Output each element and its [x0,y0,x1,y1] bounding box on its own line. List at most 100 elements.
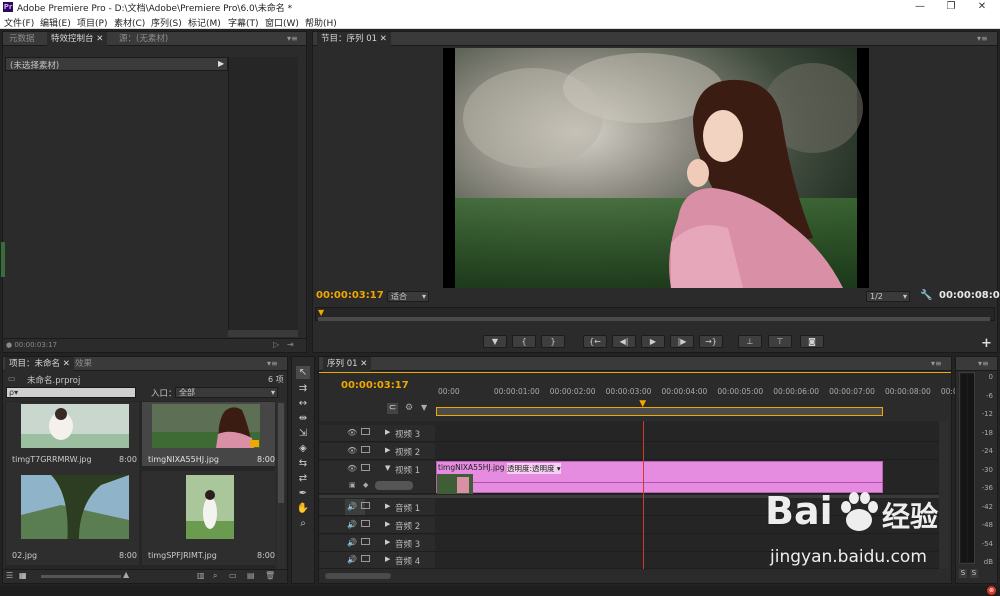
solo-right-button[interactable]: S [970,569,978,578]
fit-select[interactable]: 适合 ▾ [387,291,429,302]
track-lane[interactable] [436,425,939,442]
menu-title[interactable]: 字幕(T) [228,16,259,29]
zoom-slider[interactable] [41,575,121,578]
panel-edge-handle[interactable] [1,242,5,277]
panel-menu-icon[interactable]: ▾≡ [978,359,989,368]
expand-arrow-icon[interactable]: ▶ [218,59,224,68]
eye-icon[interactable]: 👁 [347,464,357,473]
timeline-clip[interactable]: timgNIXA55HJ.jpg 透明度:透明度 ▾ [436,461,883,494]
pen-tool-icon[interactable]: ✒ [296,487,310,500]
track-header-video1[interactable]: 👁 ▼ 视频 1 ▣ ◆ [319,461,435,494]
step-back-button[interactable]: ◀| [612,335,636,348]
project-item-selected[interactable]: timgNIXA55HJ.jpg 8:00 [142,402,275,466]
track-lane[interactable]: timgNIXA55HJ.jpg 透明度:透明度 ▾ [436,461,939,494]
restore-button[interactable]: ❐ [936,0,966,14]
playhead-line[interactable] [643,421,645,569]
mark-in-button[interactable]: { [512,335,536,348]
playhead-icon[interactable]: ▼ [318,308,324,317]
new-bin-icon[interactable]: ▭ [229,571,237,580]
trash-icon[interactable]: 🗑 [265,571,275,580]
expand-arrow-icon[interactable]: ▶ [385,538,390,546]
tab-close-icon[interactable]: ✕ [360,359,367,369]
track-lane[interactable] [436,443,939,460]
snap-icon[interactable]: ⊂ [387,403,398,414]
timeline-vertical-scrollbar[interactable] [939,421,949,569]
keyframe-nav[interactable] [375,481,413,490]
expand-arrow-icon[interactable]: ▶ [385,446,390,454]
new-item-icon[interactable]: ▤ [247,571,255,580]
menu-edit[interactable]: 编辑(E) [40,16,71,29]
speaker-icon[interactable]: 🔊 [347,520,357,529]
track-header-audio3[interactable]: 🔊 ▶ 音频 3 [319,535,435,552]
work-area-bar[interactable] [436,407,883,416]
tab-source[interactable]: 源：(无素材) [115,32,172,46]
tab-effect-controls[interactable]: 特效控制台 ✕ [47,32,108,46]
expand-arrow-icon[interactable]: ▶ [385,555,390,563]
timeline-timecode[interactable]: 00:00:03:17 [341,380,409,391]
opacity-line[interactable] [473,482,883,483]
add-marker-button[interactable]: ▼ [483,335,507,348]
lock-icon[interactable] [361,502,370,509]
search-input[interactable]: ρ▾ [6,387,136,398]
play-button[interactable]: ▶ [641,335,665,348]
in-select[interactable]: 全部 ▾ [175,387,278,398]
menu-clip[interactable]: 素材(C) [114,16,145,29]
zoom-tool-icon[interactable]: ⌕ [296,517,310,530]
go-to-out-button[interactable]: →} [699,335,723,348]
automate-sequence-icon[interactable]: ▥ [197,571,205,580]
menu-window[interactable]: 窗口(W) [265,16,299,29]
icon-view-icon[interactable]: ▦ [19,571,27,580]
tab-effects[interactable]: 效果 [71,357,96,371]
track-header-audio2[interactable]: 🔊 ▶ 音频 2 [319,517,435,534]
clip-effect-select[interactable]: 透明度:透明度 ▾ [507,463,561,474]
tab-close-icon[interactable]: ✕ [380,34,387,44]
lock-icon[interactable] [361,428,370,435]
track-header-video2[interactable]: 👁 ▶ 视频 2 [319,443,435,460]
timeline-playhead-icon[interactable]: ▼ [639,399,646,409]
quality-select[interactable]: 1/2 ▾ [866,291,910,302]
display-style-icon[interactable]: ▣ [349,481,356,489]
ripple-edit-tool-icon[interactable]: ↔ [296,397,310,410]
menu-sequence[interactable]: 序列(S) [151,16,182,29]
speaker-icon[interactable]: 🔊 [347,555,357,564]
razor-tool-icon[interactable]: ◈ [296,442,310,455]
solo-left-button[interactable]: S [959,569,967,578]
tab-metadata[interactable]: 元数据 [5,32,39,46]
menu-project[interactable]: 项目(P) [77,16,107,29]
current-timecode[interactable]: 00:00:03:17 [316,290,384,301]
minimize-button[interactable]: — [905,0,935,14]
track-lane[interactable] [436,499,939,516]
close-button[interactable]: ✕ [967,0,997,14]
menu-file[interactable]: 文件(F) [4,16,34,29]
extract-button[interactable]: ⊤ [768,335,792,348]
lift-button[interactable]: ⊥ [738,335,762,348]
button-editor-plus-icon[interactable]: + [981,336,992,351]
track-divider[interactable] [319,495,939,498]
eye-icon[interactable]: 👁 [347,428,357,437]
lock-icon[interactable] [361,446,370,453]
project-scrollbar[interactable] [277,401,285,569]
wrench-settings-icon[interactable]: 🔧 [920,290,932,301]
speaker-icon[interactable]: 🔊 [347,502,357,511]
effect-timeline-scrollbar[interactable] [228,330,298,337]
rate-stretch-tool-icon[interactable]: ⇲ [296,427,310,440]
zoom-scroll-bar[interactable] [318,317,990,321]
loop-icon[interactable]: ▷ [273,340,279,349]
tab-close-icon[interactable]: ✕ [96,34,103,44]
track-header-audio1[interactable]: 🔊 ▶ 音频 1 [319,499,435,516]
lock-icon[interactable] [361,464,370,471]
program-scrub-bar[interactable]: ▼ [315,307,995,321]
speaker-icon[interactable]: 🔊 [347,538,357,547]
project-item[interactable]: timgSPFJRIMT.jpg 8:00 [142,471,275,565]
panel-menu-icon[interactable]: ▾≡ [977,34,988,43]
lock-icon[interactable] [361,520,370,527]
mark-out-button[interactable]: } [541,335,565,348]
expand-arrow-icon[interactable]: ▶ [385,502,390,510]
lock-icon[interactable] [361,538,370,545]
panel-menu-icon[interactable]: ▾≡ [267,359,278,368]
expand-arrow-icon[interactable]: ▶ [385,520,390,528]
export-frame-button[interactable]: ◙ [800,335,824,348]
scrollbar-thumb[interactable] [278,403,284,503]
panel-menu-icon[interactable]: ▾≡ [287,34,298,43]
track-header-video3[interactable]: 👁 ▶ 视频 3 [319,425,435,442]
